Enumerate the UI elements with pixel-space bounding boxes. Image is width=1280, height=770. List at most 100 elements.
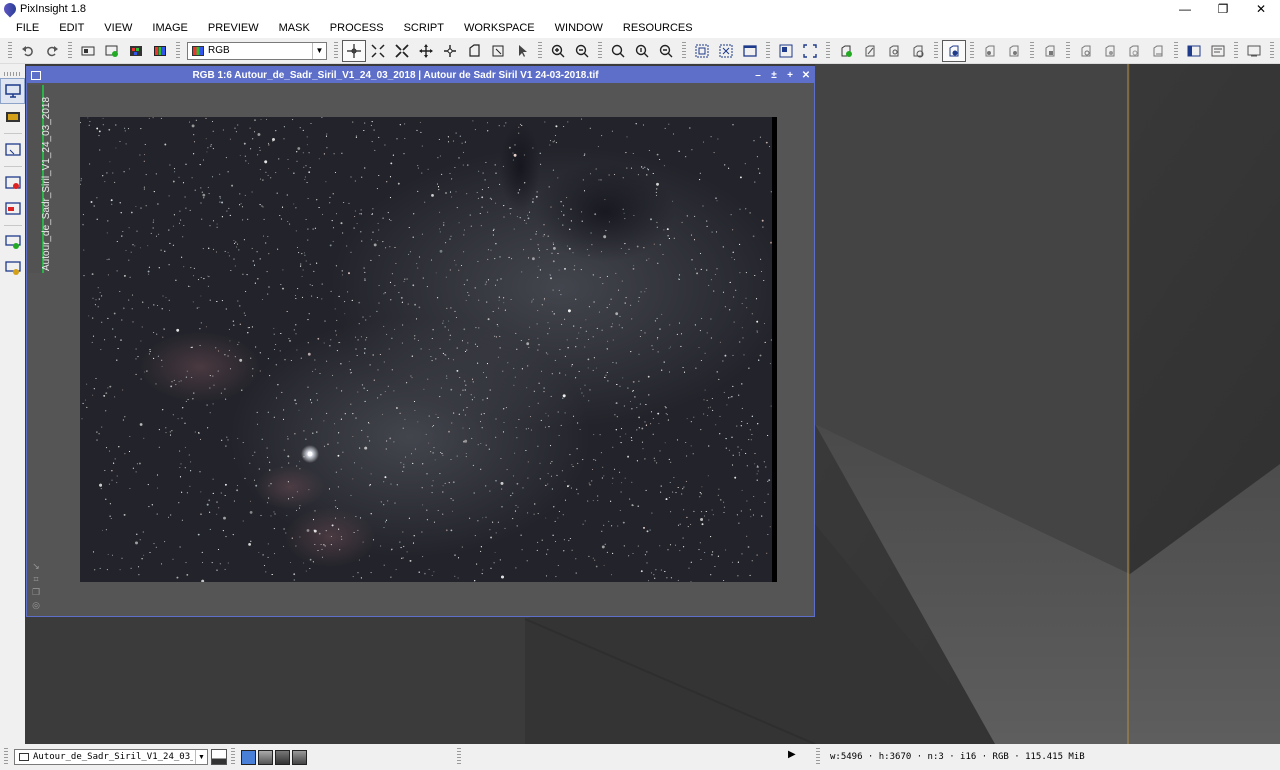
- console-button[interactable]: [1206, 40, 1230, 62]
- menu-resources[interactable]: RESOURCES: [613, 18, 703, 38]
- statusbar-grip[interactable]: [231, 748, 235, 766]
- zoom-out-button[interactable]: [570, 40, 594, 62]
- new-image-button[interactable]: [100, 40, 124, 62]
- menu-window[interactable]: WINDOW: [545, 18, 613, 38]
- image-info-button[interactable]: [76, 40, 100, 62]
- image-canvas[interactable]: [80, 117, 777, 582]
- menu-view[interactable]: VIEW: [94, 18, 142, 38]
- auto-fit-button[interactable]: [714, 40, 738, 62]
- preview-mode-button[interactable]: [942, 39, 966, 62]
- pan-mode-button[interactable]: [414, 40, 438, 62]
- center-view-button[interactable]: [438, 40, 462, 62]
- view-select[interactable]: Autour_de_Sadr_Siril_V1_24_03_2 ▼: [14, 749, 208, 765]
- target-icon[interactable]: ◎: [30, 600, 42, 613]
- mask-enable-button[interactable]: [834, 40, 858, 62]
- menu-mask[interactable]: MASK: [269, 18, 320, 38]
- menu-edit[interactable]: EDIT: [49, 18, 94, 38]
- sidebar-item-views[interactable]: [0, 78, 25, 104]
- mask-show-button[interactable]: [858, 40, 882, 62]
- script-button-1[interactable]: [978, 40, 1002, 62]
- explorer-button[interactable]: [1182, 40, 1206, 62]
- play-icon[interactable]: ▶: [788, 749, 796, 760]
- pointer-button[interactable]: [510, 40, 534, 62]
- menu-script[interactable]: SCRIPT: [394, 18, 454, 38]
- edge-mode-button[interactable]: [462, 40, 486, 62]
- close-button[interactable]: ✕: [1242, 0, 1280, 18]
- arrow-down-left-icon[interactable]: ↘: [30, 561, 42, 574]
- undo-button[interactable]: [16, 40, 40, 62]
- sidebar-item-history[interactable]: [0, 104, 25, 130]
- view-toggle-button[interactable]: [211, 749, 227, 765]
- image-window[interactable]: RGB 1:6 Autour_de_Sadr_Siril_V1_24_03_20…: [26, 66, 815, 617]
- fit-icon[interactable]: ⌗: [30, 574, 42, 587]
- redo-button[interactable]: [40, 40, 64, 62]
- zoom-toggle-button[interactable]: ±: [766, 70, 782, 81]
- process-button-2[interactable]: [1074, 40, 1098, 62]
- zoom-1-1-button[interactable]: [606, 40, 630, 62]
- maximize-view-button[interactable]: [798, 40, 822, 62]
- menu-image[interactable]: IMAGE: [142, 18, 197, 38]
- toolbar-grip[interactable]: [970, 41, 974, 60]
- image-window-titlebar[interactable]: RGB 1:6 Autour_de_Sadr_Siril_V1_24_03_20…: [27, 67, 814, 83]
- toolbar-grip[interactable]: [334, 41, 338, 60]
- menu-preview[interactable]: PREVIEW: [198, 18, 269, 38]
- display-mode-dark-button[interactable]: [275, 749, 290, 765]
- toolbar-grip[interactable]: [68, 41, 72, 60]
- readout-mode-button[interactable]: [342, 39, 366, 62]
- shade-button[interactable]: –: [750, 70, 766, 81]
- process-button-5[interactable]: [1146, 40, 1170, 62]
- display-mode-blue-button[interactable]: [241, 749, 256, 765]
- fit-window-button[interactable]: [690, 40, 714, 62]
- restore-button[interactable]: ❐: [1204, 0, 1242, 18]
- window-fit-button[interactable]: [738, 40, 762, 62]
- toolbar-grip[interactable]: [826, 41, 830, 60]
- fit-view-button[interactable]: [390, 40, 414, 62]
- process-button-4[interactable]: [1122, 40, 1146, 62]
- sidebar-item-process-1[interactable]: [0, 229, 25, 255]
- process-button-3[interactable]: [1098, 40, 1122, 62]
- menu-file[interactable]: FILE: [6, 18, 49, 38]
- color-image-button[interactable]: [124, 40, 148, 62]
- sidebar-item-preview[interactable]: [0, 137, 25, 163]
- toolbar-grip[interactable]: [682, 41, 686, 60]
- view-tab[interactable]: Autour_de_Sadr_Siril_V1_24_03_2018: [28, 85, 52, 273]
- sidebar-grip[interactable]: [3, 72, 22, 76]
- close-window-button[interactable]: ✕: [798, 70, 814, 81]
- new-preview-button[interactable]: [486, 40, 510, 62]
- tile-windows-button[interactable]: [774, 40, 798, 62]
- toolbar-grip[interactable]: [538, 41, 542, 60]
- menu-process[interactable]: PROCESS: [320, 18, 394, 38]
- process-button-1[interactable]: [1038, 40, 1062, 62]
- zoom-2-1-button[interactable]: [630, 40, 654, 62]
- process-console-button[interactable]: [1242, 40, 1266, 62]
- sidebar-item-mask-2[interactable]: [0, 196, 25, 222]
- script-button-2[interactable]: [1002, 40, 1026, 62]
- maximize-window-button[interactable]: +: [782, 70, 798, 81]
- minimize-button[interactable]: —: [1166, 0, 1204, 18]
- toolbar-grip[interactable]: [1030, 41, 1034, 60]
- toolbar-grip[interactable]: [1174, 41, 1178, 60]
- mask-invert-button[interactable]: [882, 40, 906, 62]
- zoom-1-2-button[interactable]: [654, 40, 678, 62]
- rgb-channels-button[interactable]: [148, 40, 172, 62]
- statusbar-grip[interactable]: [4, 748, 8, 766]
- toolbar-grip[interactable]: [598, 41, 602, 60]
- menu-workspace[interactable]: WORKSPACE: [454, 18, 545, 38]
- mask-remove-button[interactable]: [906, 40, 930, 62]
- statusbar-grip[interactable]: [816, 748, 820, 766]
- toolbar-grip[interactable]: [934, 41, 938, 60]
- toolbar-grip[interactable]: [176, 41, 180, 60]
- toolbar-grip[interactable]: [1270, 41, 1274, 60]
- sidebar-item-mask-1[interactable]: [0, 170, 25, 196]
- toolbar-grip[interactable]: [8, 41, 12, 60]
- toolbar-grip[interactable]: [766, 41, 770, 60]
- copy-icon[interactable]: ❐: [30, 587, 42, 600]
- channel-select[interactable]: RGB ▼: [187, 41, 327, 60]
- toolbar-grip[interactable]: [1234, 41, 1238, 60]
- zoom-to-fit-button[interactable]: [366, 40, 390, 62]
- sidebar-item-process-2[interactable]: [0, 255, 25, 281]
- statusbar-grip[interactable]: [457, 748, 461, 766]
- toolbar-grip[interactable]: [1066, 41, 1070, 60]
- display-mode-gray-button[interactable]: [258, 749, 273, 765]
- zoom-in-button[interactable]: [546, 40, 570, 62]
